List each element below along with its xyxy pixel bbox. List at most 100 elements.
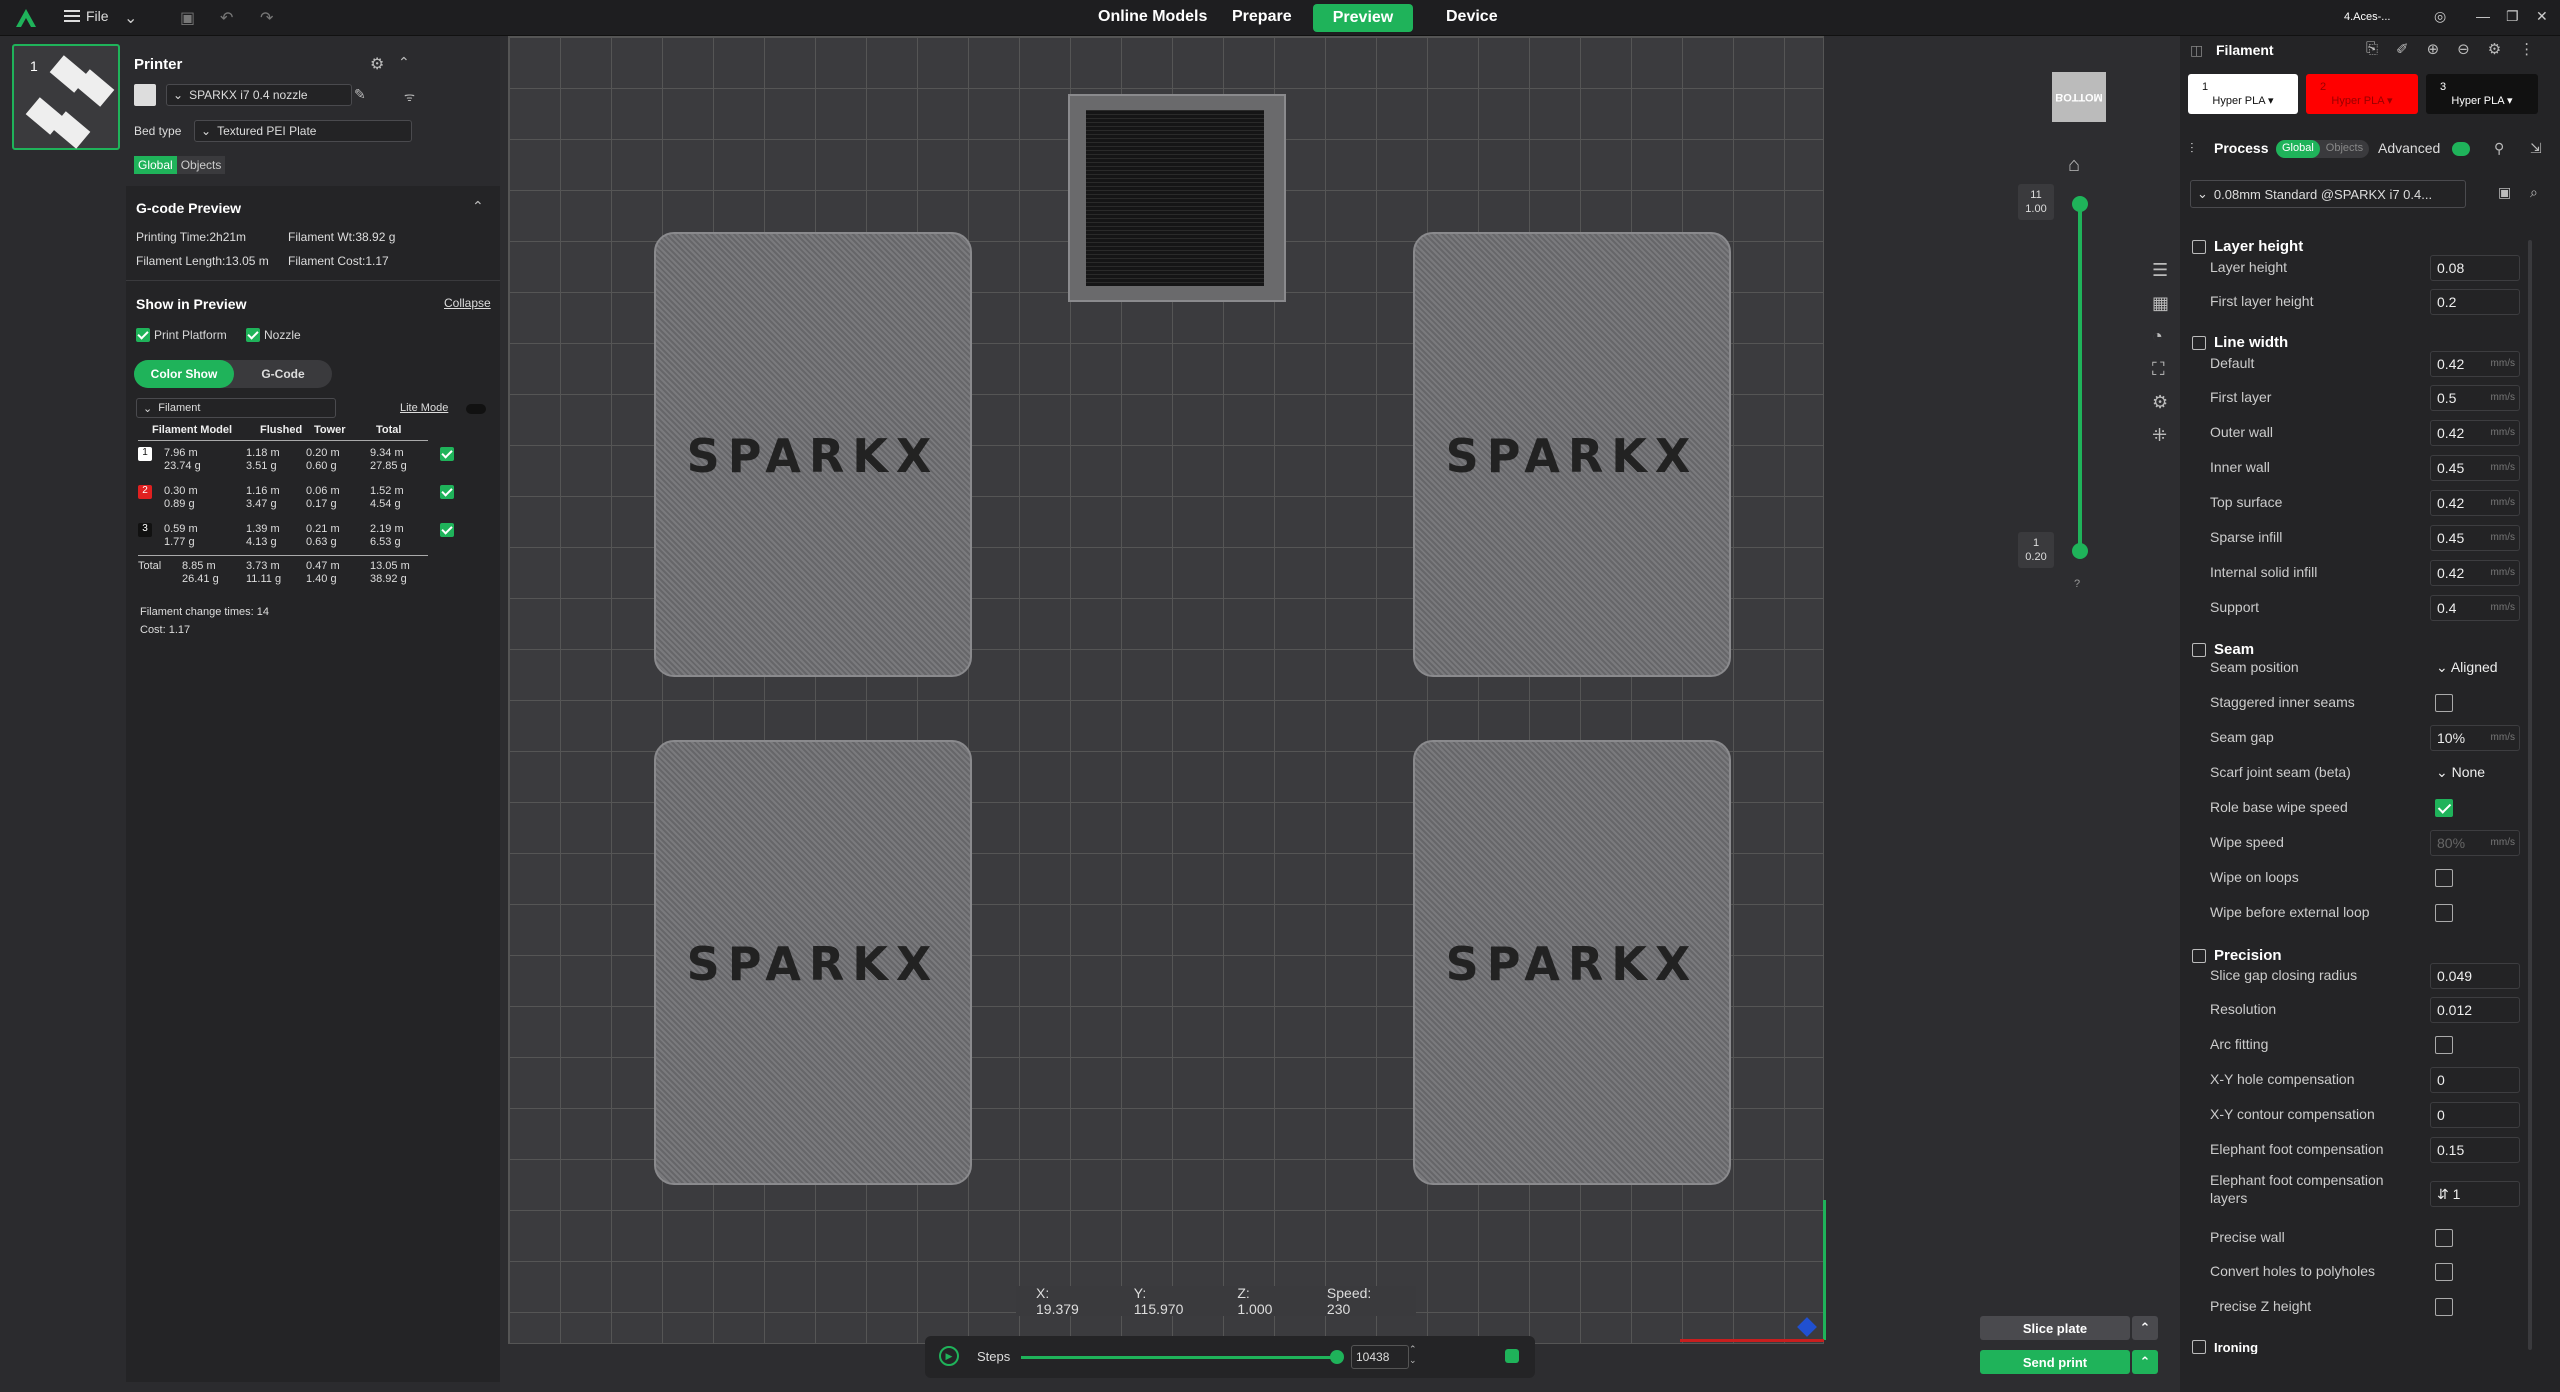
grid-icon[interactable]: ⁜ <box>2152 425 2169 446</box>
printer-select[interactable]: ⌄ SPARKX i7 0.4 nozzle <box>166 84 352 106</box>
headset-icon[interactable]: ◎ <box>2434 8 2446 25</box>
nozzle-toggle[interactable]: Nozzle <box>246 328 301 342</box>
setting-value[interactable]: ⌄ Aligned <box>2430 655 2520 681</box>
row-checkbox[interactable] <box>440 447 454 461</box>
bed-icon[interactable]: ⛶ <box>2152 359 2169 380</box>
row-checkbox[interactable] <box>440 485 454 499</box>
compare-icon[interactable]: ⚲ <box>2494 140 2504 157</box>
color-show-button[interactable]: Color Show <box>134 360 234 388</box>
tab-global[interactable]: Global <box>134 156 177 174</box>
layer-slider-track[interactable] <box>2078 202 2082 552</box>
filament-dropdown[interactable]: ⌄ Filament <box>136 398 336 418</box>
bed-type-select[interactable]: ⌄ Textured PEI Plate <box>194 120 412 142</box>
setting-checkbox[interactable] <box>2435 1229 2453 1247</box>
collapse-icon[interactable]: ⌃ <box>472 198 484 215</box>
close-icon[interactable]: ✕ <box>2536 8 2548 25</box>
redo-icon[interactable]: ↷ <box>260 8 273 28</box>
remove-icon[interactable]: ⊖ <box>2457 40 2470 58</box>
plate-thumbnail[interactable]: 1 <box>12 44 120 150</box>
steps-input[interactable]: 10438 <box>1351 1345 1409 1369</box>
setting-value[interactable]: 0.42 mm/s <box>2430 420 2520 446</box>
setting-value[interactable]: 80% mm/s <box>2430 830 2520 856</box>
lite-mode-toggle[interactable] <box>466 404 486 414</box>
help-icon[interactable]: ? <box>2074 578 2080 590</box>
setting-value[interactable]: 0.45 mm/s <box>2430 455 2520 481</box>
setting-checkbox[interactable] <box>2435 694 2453 712</box>
setting-value[interactable]: 0.4 mm/s <box>2430 595 2520 621</box>
settings-icon[interactable]: ⚙ <box>2152 392 2169 413</box>
filament-slot-3[interactable]: 3 Hyper PLA ▾ <box>2426 74 2538 114</box>
setting-checkbox[interactable] <box>2435 869 2453 887</box>
process-global-tab[interactable]: Global <box>2276 140 2320 158</box>
setting-value[interactable]: 0.2 <box>2430 289 2520 315</box>
setting-value[interactable]: 10% mm/s <box>2430 725 2520 751</box>
chevron-down-icon[interactable]: ⌄ <box>124 8 137 28</box>
setting-value[interactable]: 0.42 mm/s <box>2430 560 2520 586</box>
tab-preview[interactable]: Preview <box>1313 4 1413 32</box>
tab-prepare[interactable]: Prepare <box>1232 8 1292 26</box>
scrollbar[interactable] <box>2528 240 2532 1350</box>
send-print-button[interactable]: Send print <box>1980 1350 2130 1374</box>
setting-checkbox[interactable] <box>2435 1298 2453 1316</box>
setting-value[interactable]: 0.42 mm/s <box>2430 490 2520 516</box>
print-platform-toggle[interactable]: Print Platform <box>136 328 227 342</box>
speed-icon[interactable]: ◔ <box>2152 326 2169 347</box>
file-menu[interactable]: File <box>64 8 109 24</box>
tab-device[interactable]: Device <box>1446 8 1498 26</box>
setting-value[interactable]: 0.42 mm/s <box>2430 351 2520 377</box>
setting-value[interactable]: 0.049 <box>2430 963 2520 989</box>
pin-icon[interactable]: ⇲ <box>2530 140 2542 157</box>
gear-icon[interactable]: ⚙ <box>370 54 384 74</box>
card-object[interactable]: SPARKX <box>1413 232 1731 677</box>
filament-slot-1[interactable]: 1 Hyper PLA ▾ <box>2188 74 2298 114</box>
setting-checkbox[interactable] <box>2435 799 2453 817</box>
setting-value[interactable]: ⇵ 1 <box>2430 1181 2520 1207</box>
setting-value[interactable]: 0 <box>2430 1067 2520 1093</box>
steps-track[interactable] <box>1021 1356 1337 1359</box>
tab-objects[interactable]: Objects <box>176 156 226 174</box>
section-ironing[interactable]: Ironing <box>2192 1340 2258 1354</box>
setting-checkbox[interactable] <box>2435 1036 2453 1054</box>
stepper-icon[interactable]: ⌃ ⌄ <box>1409 1344 1417 1366</box>
card-object[interactable]: SPARKX <box>654 740 972 1185</box>
row-checkbox[interactable] <box>440 523 454 537</box>
setting-value[interactable]: 0.012 <box>2430 997 2520 1023</box>
filament-slot-2[interactable]: 2 Hyper PLA ▾ <box>2306 74 2418 114</box>
wifi-icon[interactable]: ᯤ <box>404 88 415 105</box>
process-preset-select[interactable]: ⌄ 0.08mm Standard @SPARKX i7 0.4... <box>2190 180 2466 208</box>
setting-value[interactable]: 0.15 <box>2430 1137 2520 1163</box>
advanced-toggle[interactable] <box>2452 142 2470 156</box>
setting-value[interactable]: 0.5 mm/s <box>2430 385 2520 411</box>
slice-dropdown-button[interactable]: ⌃ <box>2132 1316 2158 1340</box>
setting-value[interactable]: 0 <box>2430 1102 2520 1128</box>
more-icon[interactable]: ⋮ <box>2519 40 2534 58</box>
minimize-icon[interactable]: — <box>2476 8 2490 24</box>
collapse-link[interactable]: Collapse <box>444 296 491 310</box>
slice-plate-button[interactable]: Slice plate <box>1980 1316 2130 1340</box>
steps-handle[interactable] <box>1330 1350 1344 1364</box>
setting-value[interactable]: 0.08 <box>2430 255 2520 281</box>
edit-icon[interactable]: ✎ <box>354 86 366 103</box>
layer-slider-top-handle[interactable] <box>2072 196 2088 212</box>
settings-icon[interactable] <box>1505 1349 1519 1363</box>
setting-value[interactable]: 0.45 mm/s <box>2430 525 2520 551</box>
add-icon[interactable]: ⊕ <box>2427 40 2440 58</box>
account-name[interactable]: 4.Aces-... <box>2344 11 2390 23</box>
setting-checkbox[interactable] <box>2435 904 2453 922</box>
card-object[interactable]: SPARKX <box>654 232 972 677</box>
layers-icon[interactable]: ▦ <box>2152 293 2169 314</box>
gear-icon[interactable]: ⚙ <box>2488 40 2501 58</box>
tab-online-models[interactable]: Online Models <box>1098 8 1207 26</box>
layer-slider-bottom-handle[interactable] <box>2072 543 2088 559</box>
brush-icon[interactable]: ✐ <box>2396 40 2409 58</box>
send-dropdown-button[interactable]: ⌃ <box>2132 1350 2158 1374</box>
play-icon[interactable]: ▶ <box>939 1346 959 1366</box>
gcode-button[interactable]: G-Code <box>234 360 332 388</box>
sync-icon[interactable]: ⎘ <box>2366 40 2378 58</box>
setting-value[interactable]: ⌄ None <box>2430 760 2520 786</box>
card-object[interactable]: SPARKX <box>1413 740 1731 1185</box>
search-icon[interactable]: ⌕ <box>2530 184 2538 201</box>
list-icon[interactable]: ☰ <box>2152 260 2169 281</box>
view-cube[interactable]: BOTTOM <box>2052 72 2106 122</box>
collapse-icon[interactable]: ⌃ <box>398 54 410 71</box>
